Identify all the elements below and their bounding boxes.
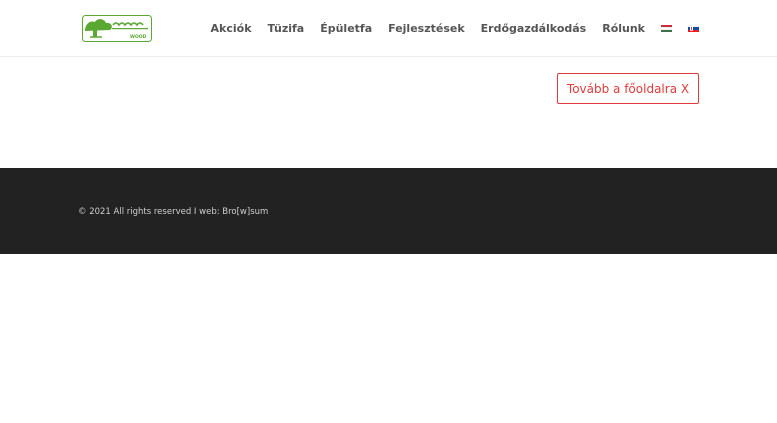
- site-header: WOOD Akciók Tüzifa Épületfa Fejlesztések…: [0, 0, 777, 57]
- nav-item-erdogazdalkodas[interactable]: Erdőgazdálkodás: [481, 22, 587, 35]
- nav-item-fejlesztesek[interactable]: Fejlesztések: [388, 22, 465, 35]
- slovakia-flag-icon[interactable]: [688, 25, 699, 32]
- svg-text:WOOD: WOOD: [130, 34, 147, 40]
- nav-item-epuletfa[interactable]: Épületfa: [320, 22, 372, 35]
- hungary-flag-icon[interactable]: [661, 25, 672, 33]
- wood-logo[interactable]: WOOD: [82, 15, 152, 42]
- main-nav: Akciók Tüzifa Épületfa Fejlesztések Erdő…: [211, 0, 699, 57]
- copyright-text: © 2021 All rights reserved I web: Bro[w]…: [78, 207, 269, 217]
- nav-item-tuzifa[interactable]: Tüzifa: [268, 22, 305, 35]
- slovakia-emblem-icon: [690, 26, 693, 31]
- site-footer: © 2021 All rights reserved I web: Bro[w]…: [0, 168, 777, 254]
- back-to-homepage-button[interactable]: Tovább a főoldalra X: [557, 73, 699, 104]
- nav-item-rolunk[interactable]: Rólunk: [602, 22, 645, 35]
- nav-item-akciok[interactable]: Akciók: [211, 22, 252, 35]
